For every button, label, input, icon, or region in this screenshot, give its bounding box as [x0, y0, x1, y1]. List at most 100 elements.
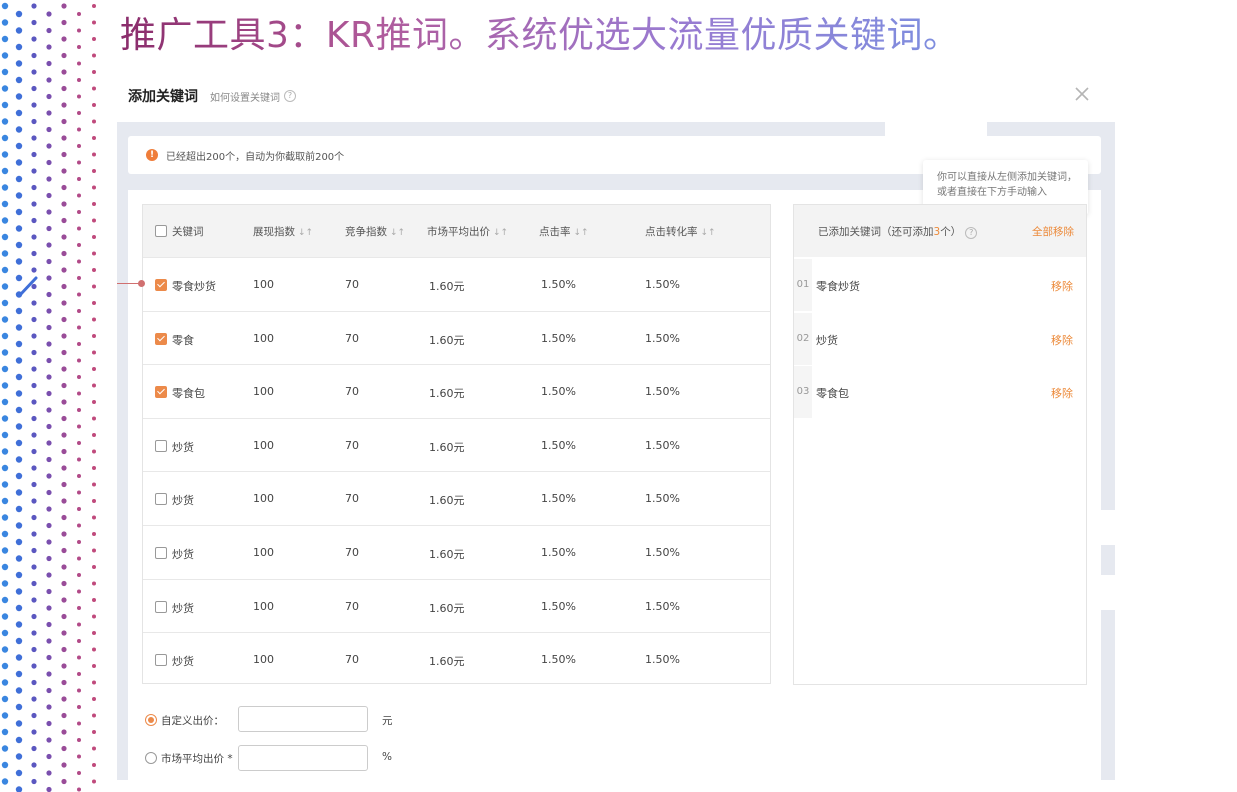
decorative-dot	[92, 37, 96, 41]
cell-impressions: 100	[253, 278, 274, 291]
sort-icon: ↓↑	[390, 228, 406, 238]
annotation-dot	[138, 280, 145, 287]
decorative-dot	[46, 539, 52, 545]
header-ctr[interactable]: 点击率 ↓↑	[539, 224, 589, 239]
decorative-dot	[61, 399, 67, 405]
decorative-dot	[92, 730, 96, 734]
custom-bid-radio[interactable]	[145, 714, 157, 726]
decorative-dot	[61, 679, 67, 686]
decorative-dot	[46, 456, 52, 463]
cell-avg-bid: 1.60元	[429, 440, 465, 454]
row-checkbox[interactable]	[155, 600, 167, 613]
row-checkbox[interactable]	[155, 386, 167, 399]
decorative-dot	[92, 713, 96, 718]
table-row[interactable]: 炒货 100 70 1.60元 1.50% 1.50%	[143, 525, 770, 579]
decorative-dot	[15, 406, 23, 414]
cell-ctr: 1.50%	[541, 385, 576, 399]
decorative-dot	[61, 630, 67, 636]
row-checkbox[interactable]	[155, 654, 167, 667]
table-row[interactable]: 炒货 100 70 1.60元 1.50% 1.50%	[143, 471, 770, 525]
decorative-dot	[77, 556, 81, 561]
header-competition-label: 竞争指数	[345, 226, 387, 238]
decorative-dot	[1, 382, 9, 389]
market-bid-radio[interactable]	[145, 752, 157, 764]
remove-all-button[interactable]: 全部移除	[1032, 224, 1074, 239]
decorative-dot	[92, 4, 96, 8]
decorative-dot	[1, 745, 9, 752]
cell-competition: 70	[345, 331, 359, 345]
decorative-dot	[1, 151, 9, 158]
decorative-dot	[31, 382, 37, 389]
market-bid-input[interactable]	[238, 745, 368, 771]
question-icon: ?	[965, 227, 978, 239]
decorative-dot	[61, 382, 67, 389]
decorative-dot	[46, 555, 52, 562]
cell-competition: 70	[345, 492, 359, 506]
cell-impressions: 100	[253, 331, 274, 345]
row-checkbox[interactable]	[155, 493, 167, 506]
close-icon[interactable]	[1072, 84, 1092, 104]
table-row[interactable]: 炒货 100 70 1.60元 1.50% 1.50%	[143, 417, 770, 472]
decorative-dot	[15, 621, 23, 628]
decorative-dot	[46, 390, 52, 397]
decorative-dot	[31, 283, 37, 290]
decorative-dot	[31, 36, 37, 42]
decorative-dot	[31, 366, 37, 372]
alert-text: 已经超出200个，自动为你截取前200个	[166, 151, 345, 163]
decorative-dot	[77, 259, 81, 264]
row-checkbox[interactable]	[155, 547, 167, 559]
cell-impressions: 100	[253, 492, 274, 506]
decorative-dot	[61, 745, 67, 752]
decorative-dot	[1, 85, 9, 92]
decorative-dot	[46, 242, 52, 248]
table-row[interactable]: 零食包 100 70 1.60元 1.50% 1.50%	[143, 364, 770, 418]
row-checkbox[interactable]	[155, 279, 167, 291]
cell-ctr: 1.50%	[541, 278, 576, 291]
decorative-dot	[46, 374, 52, 380]
remove-button[interactable]: 移除	[1051, 385, 1073, 401]
decorative-dot	[61, 69, 67, 75]
remove-button[interactable]: 移除	[1051, 278, 1073, 294]
decorative-dot	[31, 85, 37, 92]
decorative-dot	[92, 779, 96, 784]
table-row[interactable]: 炒货 100 70 1.60元 1.50% 1.50%	[143, 632, 770, 686]
header-avg-bid[interactable]: 市场平均出价 ↓↑	[427, 224, 508, 239]
decorative-dot	[61, 580, 67, 587]
table-row[interactable]: 炒货 100 70 1.60元 1.50% 1.50%	[143, 578, 770, 633]
decorative-dot	[15, 192, 23, 199]
added-header-prefix: 已添加关键词（还可添加	[818, 226, 934, 238]
header-competition[interactable]: 竞争指数 ↓↑	[345, 224, 405, 239]
decorative-dot	[77, 210, 81, 214]
decorative-dot	[46, 671, 52, 677]
decorative-dot	[31, 465, 37, 471]
decorative-dot	[46, 225, 52, 232]
decorative-dot	[1, 283, 9, 290]
remove-button[interactable]: 移除	[1051, 332, 1073, 348]
sort-icon: ↓↑	[298, 228, 314, 238]
decorative-dot	[15, 208, 23, 216]
decorative-dot	[1, 580, 9, 587]
sort-icon: ↓↑	[493, 228, 509, 238]
decorative-dot	[61, 547, 67, 554]
decorative-dot	[46, 489, 52, 496]
row-checkbox[interactable]	[155, 332, 167, 345]
decorative-dot	[77, 342, 81, 346]
table-row[interactable]: 零食 100 70 1.60元 1.50% 1.50%	[143, 310, 770, 365]
decorative-dot	[46, 192, 52, 199]
decorative-dot	[61, 168, 67, 174]
decorative-dot	[1, 349, 9, 356]
decorative-dot	[92, 466, 96, 470]
custom-bid-input[interactable]	[238, 706, 368, 732]
decorative-dot	[31, 481, 37, 488]
help-link[interactable]: 如何设置关键词 ?	[210, 89, 296, 104]
decorative-dot	[92, 284, 96, 289]
decorative-dot	[31, 316, 37, 323]
decorative-dot	[61, 597, 67, 603]
select-all-checkbox[interactable]	[155, 225, 167, 237]
row-checkbox[interactable]	[155, 439, 167, 452]
custom-bid-unit: 元	[382, 715, 393, 727]
table-row[interactable]: 零食炒货 100 70 1.60元 1.50% 1.50%	[143, 257, 770, 311]
decorative-dot	[61, 234, 67, 240]
header-impressions[interactable]: 展现指数 ↓↑	[253, 224, 313, 239]
header-cvr[interactable]: 点击转化率 ↓↑	[645, 224, 716, 239]
